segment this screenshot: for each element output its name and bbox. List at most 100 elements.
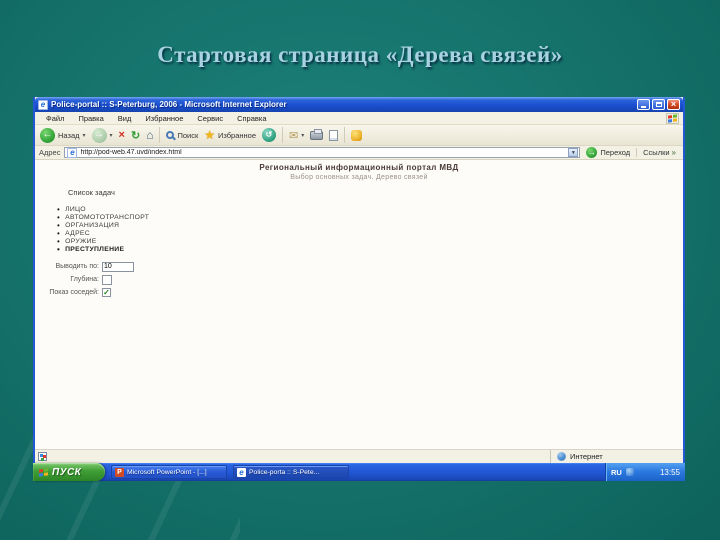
close-button[interactable]: × [667,99,680,110]
print-button[interactable] [310,128,324,140]
home-button[interactable]: ⌂ [146,128,153,142]
task-link-crime[interactable]: ПРЕСТУПЛЕНИЕ [57,245,149,253]
forward-dropdown-icon[interactable]: ▾ [110,132,113,139]
favorites-star-icon: ★ [204,128,215,142]
history-button[interactable]: ↺ [262,128,277,142]
ie-icon: e [38,99,48,110]
search-label: Поиск [177,130,199,140]
depth-input[interactable] [102,274,112,285]
messenger-button[interactable] [351,129,363,141]
status-bar: Интернет [35,449,683,463]
mail-icon: ✉ [289,129,299,142]
refresh-button[interactable]: ↻ [131,129,140,142]
mail-dropdown-icon[interactable]: ▾ [301,132,304,139]
form-row: Показ соседей: ✓ [39,286,134,299]
task-link-address[interactable]: АДРЕС [57,229,149,237]
status-zone-pane: Интернет [550,450,680,463]
menu-favorites[interactable]: Избранное [138,114,190,123]
links-chevron-icon: » [671,148,676,157]
back-icon: ← [40,127,55,143]
edit-page-icon [329,129,339,141]
back-button[interactable]: ← Назад ▾ [40,127,86,143]
clock[interactable]: 13:55 [660,468,680,477]
tray-status-icon[interactable] [625,468,634,476]
menu-bar: Файл Правка Вид Избранное Сервис Справка [35,112,683,125]
back-dropdown-icon[interactable]: ▾ [83,132,86,139]
ie-task-icon: e [237,467,246,477]
form-row: Глубина: [39,273,134,286]
edit-button[interactable] [329,129,339,141]
portal-heading: Региональный информационный портал МВД [259,163,459,172]
forward-icon: → [91,127,107,143]
internet-globe-icon [557,452,566,461]
minimize-icon [641,106,646,108]
forward-button[interactable]: → ▾ [91,127,113,143]
window-title: Police-portal :: S-Peterburg, 2006 - Mic… [51,100,287,109]
language-indicator[interactable]: RU [611,468,622,477]
menu-tools[interactable]: Сервис [190,114,230,123]
history-icon: ↺ [262,128,277,142]
address-input[interactable]: e http://pod-web.47.uvd/index.html ▼ [64,147,581,158]
show-neighbors-checkbox[interactable]: ✓ [102,288,111,297]
taskbar-item-powerpoint[interactable]: P Microsoft PowerPoint - [...] [111,465,227,479]
favorites-button[interactable]: ★ Избранное [204,128,256,142]
back-label: Назад [58,130,80,140]
search-button[interactable]: Поиск [166,131,198,140]
maximize-icon [655,102,662,107]
search-icon [166,131,175,139]
minimize-button[interactable] [637,99,650,110]
windows-taskbar: ПУСК P Microsoft PowerPoint - [...] e Po… [33,463,685,481]
menu-edit[interactable]: Правка [71,114,110,123]
menu-file[interactable]: Файл [39,114,71,123]
address-bar: Адрес e http://pod-web.47.uvd/index.html… [35,146,683,160]
task-link-person[interactable]: ЛИЦО [57,205,149,213]
powerpoint-icon: P [115,467,124,477]
menu-view[interactable]: Вид [111,114,139,123]
address-label: Адрес [39,148,61,157]
presentation-slide: { "slide": { "title": "Стартовая страниц… [0,0,720,540]
mail-button[interactable]: ✉ ▾ [289,129,304,142]
parameters-form: Выводить по: Глубина: Показ соседей: ✓ [39,260,134,299]
stop-button[interactable]: × [119,129,125,141]
address-url[interactable]: http://pod-web.47.uvd/index.html [80,149,565,156]
go-label: Переход [600,148,631,157]
page-content: Региональный информационный портал МВД В… [35,160,683,449]
security-zone-label: Интернет [570,452,603,461]
portal-subheading: Выбор основных задач. Дерево связей [290,174,428,181]
toolbar: ← Назад ▾ → ▾ × ↻ ⌂ Поиск ★ Избранное ↺ [35,125,683,146]
output-per-input[interactable] [102,261,134,272]
close-icon: × [670,99,677,109]
start-button[interactable]: ПУСК [33,463,105,481]
go-arrow-icon: → [586,147,598,158]
toolbar-separator [344,127,346,143]
browser-window: e Police-portal :: S-Peterburg, 2006 - M… [33,97,685,463]
go-button[interactable]: → Переход [584,147,632,158]
favorites-label: Избранное [218,130,257,140]
system-tray: RU 13:55 [605,463,685,481]
messenger-icon [351,129,363,141]
printer-icon [310,128,324,140]
start-label: ПУСК [52,466,82,478]
task-link-vehicle[interactable]: АВТОМОТОТРАНСПОРТ [57,213,149,221]
task-label: Police-porta :: S-Pete... [249,468,320,476]
window-titlebar[interactable]: e Police-portal :: S-Peterburg, 2006 - M… [35,97,683,112]
task-link-weapon[interactable]: ОРУЖИЕ [57,237,149,245]
slide-title: Стартовая страница «Дерева связей» [157,42,563,67]
toolbar-separator [282,127,284,143]
maximize-button[interactable] [652,99,665,110]
task-list: ЛИЦО АВТОМОТОТРАНСПОРТ ОРГАНИЗАЦИЯ АДРЕС… [57,205,149,253]
taskbar-item-ie[interactable]: e Police-porta :: S-Pete... [233,465,349,479]
links-button[interactable]: Ссылки » [636,148,679,157]
output-per-label: Выводить по: [55,263,99,270]
browser-screenshot: e Police-portal :: S-Peterburg, 2006 - M… [33,97,685,481]
document-status-icon [38,452,47,461]
toolbar-separator [159,127,161,143]
menu-help[interactable]: Справка [230,114,273,123]
show-neighbors-label: Показ соседей: [49,289,99,296]
task-list-title: Список задач [68,188,115,197]
links-label: Ссылки [643,148,670,157]
windows-logo-icon [666,112,679,124]
address-dropdown-icon[interactable]: ▼ [568,148,579,157]
start-flag-icon [39,467,48,477]
task-link-organization[interactable]: ОРГАНИЗАЦИЯ [57,221,149,229]
